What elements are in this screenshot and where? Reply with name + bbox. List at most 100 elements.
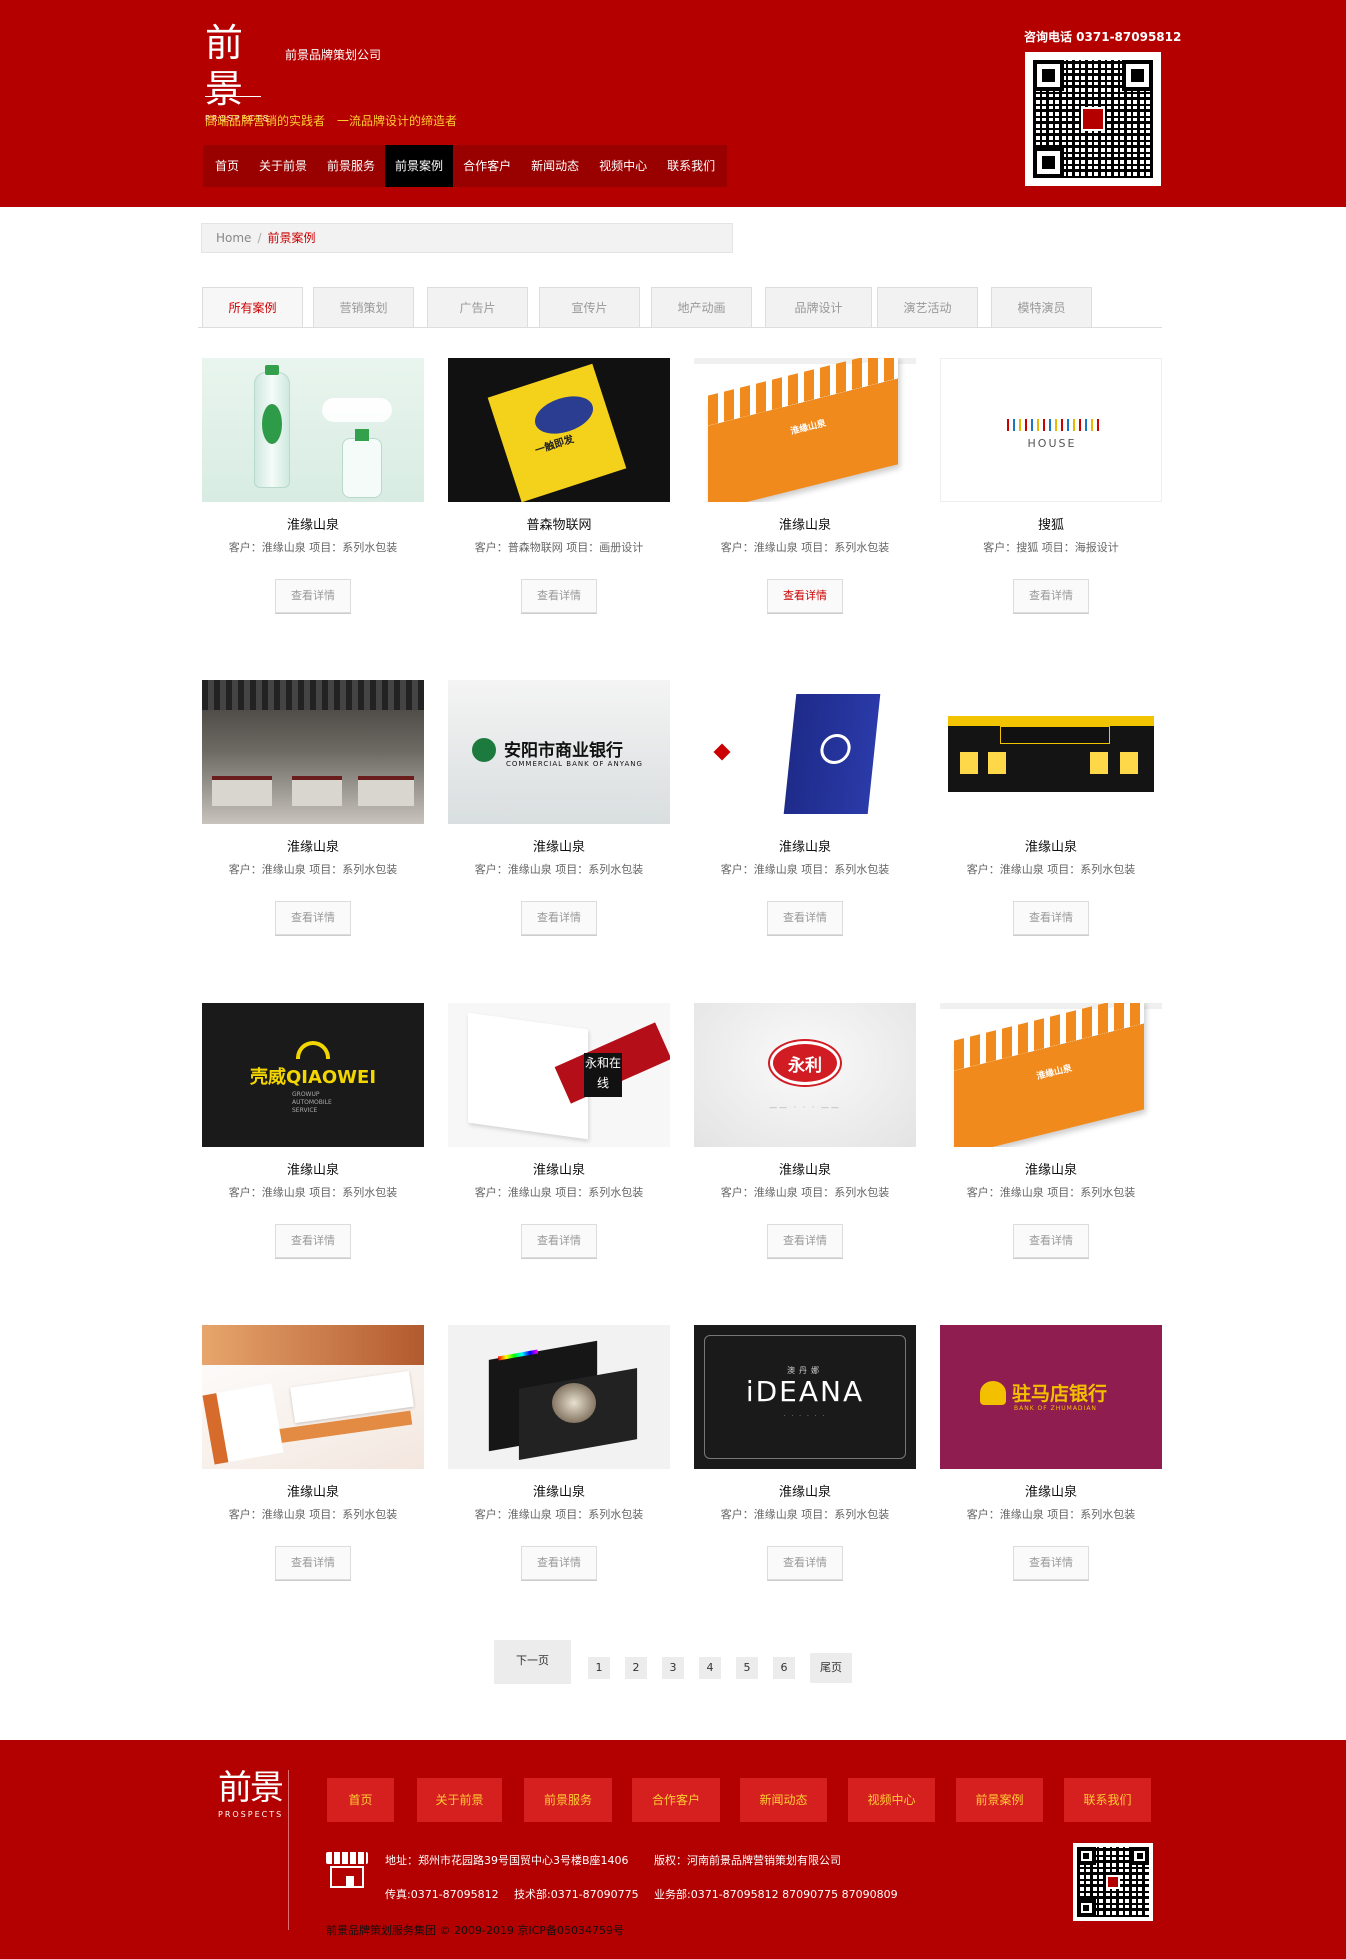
page-5-button[interactable]: 5 [736,1657,758,1679]
nav-news[interactable]: 新闻动态 [521,145,589,187]
case-card: 淮缘山泉 客户：淮缘山泉 项目：系列水包装 查看详情 [448,1325,670,1580]
case-title: 淮缘山泉 [286,518,339,533]
nav-services[interactable]: 前景服务 [317,145,385,187]
page-1-button[interactable]: 1 [588,1657,610,1679]
footer-nav-cases[interactable]: 前景案例 [956,1778,1043,1822]
view-details-button[interactable]: 查看详情 [767,1546,843,1580]
footer-nav-home[interactable]: 首页 [327,1778,394,1822]
view-details-button[interactable]: 查看详情 [1013,901,1089,935]
case-meta: 客户：淮缘山泉 项目：系列水包装 [966,1186,1136,1199]
thumb-text: 安阳市商业银行 [504,741,623,761]
case-card: 淮缘山泉 客户：淮缘山泉 项目：系列水包装 查看详情 [202,1325,424,1580]
logo[interactable]: 前景 PROSPECTS [205,20,268,123]
case-thumbnail[interactable]: 一触即发 [448,358,670,502]
view-details-button[interactable]: 查看详情 [521,901,597,935]
view-details-button[interactable]: 查看详情 [767,901,843,935]
qr-code-icon [1033,60,1153,178]
view-details-button[interactable]: 查看详情 [275,901,351,935]
nav-clients[interactable]: 合作客户 [453,145,521,187]
case-thumbnail[interactable]: 永和在线 [448,1003,670,1147]
nav-contact[interactable]: 联系我们 [657,145,725,187]
qr-code-icon [1077,1847,1149,1917]
case-title: 淮缘山泉 [778,518,831,533]
case-meta: 客户：淮缘山泉 项目：系列水包装 [474,863,644,876]
view-details-button[interactable]: 查看详情 [275,579,351,613]
case-meta: 客户：淮缘山泉 项目：系列水包装 [966,1508,1136,1521]
breadcrumb-home[interactable]: Home [216,231,251,245]
case-thumbnail[interactable]: HOUSE [940,358,1162,502]
view-details-button[interactable]: 查看详情 [521,1224,597,1258]
case-title: 淮缘山泉 [778,1485,831,1500]
page-4-button[interactable]: 4 [699,1657,721,1679]
case-thumbnail[interactable] [694,680,916,824]
qr-code [1025,52,1161,186]
tab-performance[interactable]: 演艺活动 [877,287,978,327]
view-details-button[interactable]: 查看详情 [521,1546,597,1580]
case-title: 淮缘山泉 [286,840,339,855]
case-card: 淮缘山泉 客户：淮缘山泉 项目：系列水包装 查看详情 [202,680,424,935]
site-footer: 前景 PROSPECTS 首页 关于前景 前景服务 合作客户 新闻动态 视频中心… [0,1740,1346,1959]
case-thumbnail[interactable]: 澳丹娜 iDEANA · · · · · · [694,1325,916,1469]
case-thumbnail[interactable] [202,358,424,502]
page-6-button[interactable]: 6 [773,1657,795,1679]
case-card: 安阳市商业银行 COMMERCIAL BANK OF ANYANG 淮缘山泉 客… [448,680,670,935]
view-details-button[interactable]: 查看详情 [275,1546,351,1580]
page-3-button[interactable]: 3 [662,1657,684,1679]
case-title: 淮缘山泉 [778,1163,831,1178]
view-details-button[interactable]: 查看详情 [275,1224,351,1258]
case-thumbnail[interactable]: 安阳市商业银行 COMMERCIAL BANK OF ANYANG [448,680,670,824]
case-card: 永利 —— · · · —— 淮缘山泉 客户：淮缘山泉 项目：系列水包装 查看详… [694,1003,916,1258]
tab-realestate-animation[interactable]: 地产动画 [651,287,752,327]
footer-nav-contact[interactable]: 联系我们 [1064,1778,1151,1822]
case-card: 淮缘山泉 客户：淮缘山泉 项目：系列水包装 查看详情 [940,680,1162,935]
nav-cases[interactable]: 前景案例 [385,145,454,187]
footer-nav-clients[interactable]: 合作客户 [632,1778,720,1822]
case-thumbnail[interactable]: 壳威QIAOWEI GROWUP AUTOMOBILE SERVICE [202,1003,424,1147]
tab-marketing[interactable]: 营销策划 [313,287,414,327]
tab-brand-design[interactable]: 品牌设计 [765,287,872,327]
case-thumbnail[interactable] [448,1325,670,1469]
case-thumbnail[interactable] [940,680,1162,824]
footer-nav-video[interactable]: 视频中心 [848,1778,935,1822]
case-thumbnail[interactable]: 永利 —— · · · —— [694,1003,916,1147]
nav-home[interactable]: 首页 [205,145,249,187]
view-details-button[interactable]: 查看详情 [767,579,843,613]
view-details-button[interactable]: 查看详情 [1013,1224,1089,1258]
tab-ads[interactable]: 广告片 [427,287,528,327]
case-card: 淮缘山泉 淮缘山泉 客户：淮缘山泉 项目：系列水包装 查看详情 [694,358,916,613]
thumb-text: COMMERCIAL BANK OF ANYANG [506,760,643,768]
view-details-button[interactable]: 查看详情 [1013,579,1089,613]
view-details-button[interactable]: 查看详情 [767,1224,843,1258]
case-card: 澳丹娜 iDEANA · · · · · · 淮缘山泉 客户：淮缘山泉 项目：系… [694,1325,916,1580]
view-details-button[interactable]: 查看详情 [521,579,597,613]
case-meta: 客户：淮缘山泉 项目：系列水包装 [474,1508,644,1521]
footer-nav-news[interactable]: 新闻动态 [740,1778,827,1822]
next-page-button[interactable]: 下一页 [494,1640,571,1684]
footer-business: 业务部:0371-87095812 87090775 87090809 [654,1888,898,1901]
case-title: 普森物联网 [526,518,592,533]
footer-logo-mark: 前景 [218,1768,284,1808]
page-2-button[interactable]: 2 [625,1657,647,1679]
thumb-text: 驻马店银行 [1012,1383,1108,1405]
nav-about[interactable]: 关于前景 [249,145,317,187]
view-details-button[interactable]: 查看详情 [1013,1546,1089,1580]
case-thumbnail[interactable] [202,680,424,824]
case-thumbnail[interactable]: 淮缘山泉 [694,358,916,502]
shop-icon [326,1852,368,1890]
tab-all[interactable]: 所有案例 [202,287,303,327]
tab-models[interactable]: 模特演员 [991,287,1092,327]
tab-promo-film[interactable]: 宣传片 [539,287,640,327]
footer-nav-about[interactable]: 关于前景 [417,1778,502,1822]
nav-video[interactable]: 视频中心 [589,145,657,187]
footer-address: 地址：郑州市花园路39号国贸中心3号楼B座1406 [385,1854,629,1867]
footer-fax: 传真:0371-87095812 [385,1888,499,1901]
footer-logo[interactable]: 前景 PROSPECTS [218,1768,284,1819]
site-header: 前景 PROSPECTS 前景品牌策划公司 高端品牌营销的实践者 一流品牌设计的… [0,0,1346,207]
footer-nav-services[interactable]: 前景服务 [524,1778,612,1822]
case-card: 一触即发 普森物联网 客户：普森物联网 项目：画册设计 查看详情 [448,358,670,613]
case-title: 淮缘山泉 [1024,1163,1077,1178]
last-page-button[interactable]: 尾页 [810,1653,852,1683]
case-thumbnail[interactable]: 驻马店银行 BANK OF ZHUMADIAN [940,1325,1162,1469]
case-thumbnail[interactable] [202,1325,424,1469]
case-thumbnail[interactable]: 淮缘山泉 [940,1003,1162,1147]
